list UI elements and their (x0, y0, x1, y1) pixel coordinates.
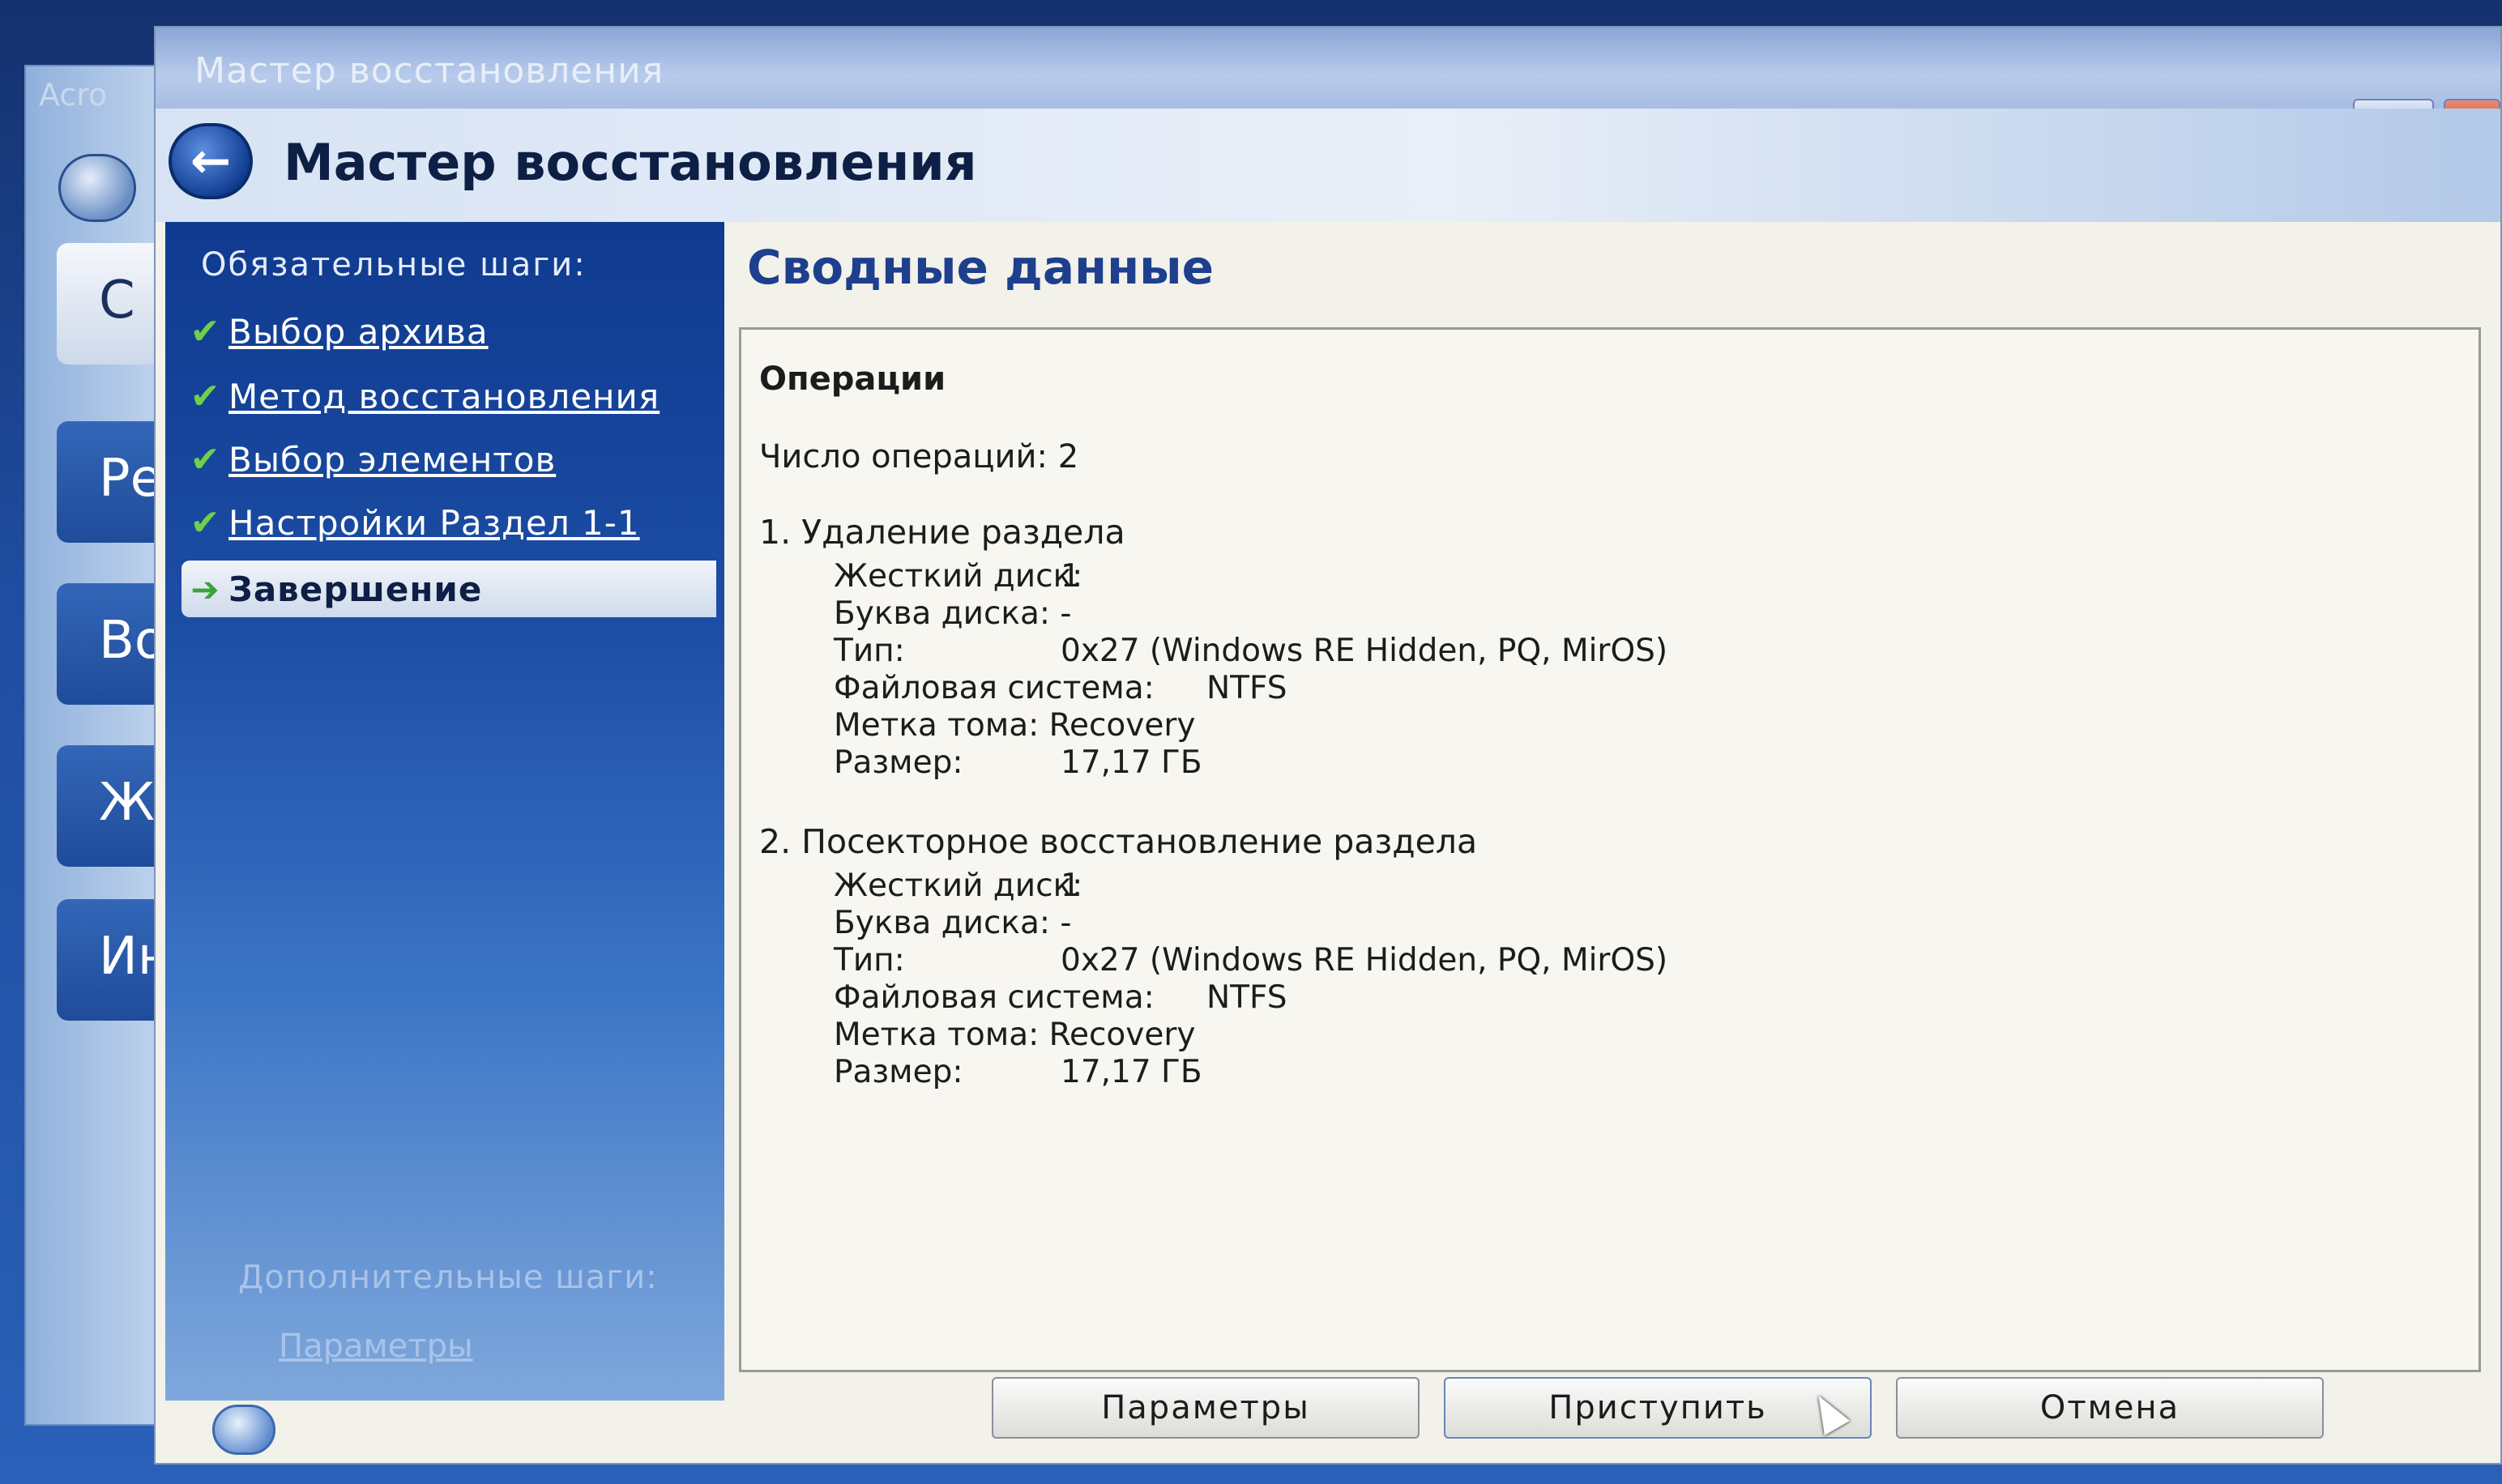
op-key: Тип: (834, 942, 905, 979)
step-link[interactable]: Выбор архива (228, 312, 489, 352)
op-row-type: Тип: 0x27 (Windows RE Hidden, PQ, MirOS) (759, 633, 1975, 670)
operation-block: 1. Удаление раздела Жесткий диск: 1 Букв… (759, 513, 1975, 782)
help-icon[interactable] (212, 1405, 275, 1455)
wizard-header: ← Мастер восстановления (156, 109, 2500, 222)
op-inline: Буква диска: - (834, 595, 1072, 632)
checkmark-icon: ✔ (190, 438, 220, 480)
back-arrow-icon: ← (190, 133, 232, 190)
op-val: NTFS (1206, 670, 1287, 706)
op-row-fs: Файловая система: NTFS (759, 670, 1975, 707)
step-recovery-method[interactable]: ✔ Метод восстановления (181, 368, 716, 424)
op-key: Файловая система: (834, 670, 1155, 706)
proceed-button[interactable]: Приступить (1444, 1377, 1872, 1439)
op-row-disk: Жесткий диск: 1 (759, 558, 1975, 595)
op-row-letter: Буква диска: - (759, 905, 1975, 942)
window-title: Мастер восстановления (194, 50, 664, 92)
step-finish-current[interactable]: ➔ Завершение (181, 561, 716, 617)
step-link[interactable]: Выбор элементов (228, 440, 556, 480)
optional-options-link[interactable]: Параметры (279, 1328, 473, 1365)
op-val: 1 (1061, 868, 1081, 904)
op-key: Файловая система: (834, 979, 1155, 1016)
op-row-letter: Буква диска: - (759, 595, 1975, 633)
summary-box: Операции Число операций: 2 1. Удаление р… (739, 327, 2481, 1372)
step-archive-selection[interactable]: ✔ Выбор архива (181, 303, 716, 360)
op-key: Жесткий диск: (834, 558, 1083, 595)
op-key: Размер: (834, 1054, 963, 1090)
op-row-size: Размер: 17,17 ГБ (759, 744, 1975, 782)
op-val: 0x27 (Windows RE Hidden, PQ, MirOS) (1061, 942, 1668, 979)
op-key: Тип: (834, 633, 905, 669)
steps-panel: Обязательные шаги: ✔ Выбор архива ✔ Мето… (165, 222, 724, 1401)
operation-block: 2. Посекторное восстановление раздела Же… (759, 822, 1975, 1091)
optional-steps-label: Дополнительные шаги: (238, 1259, 658, 1296)
op-row-disk: Жесткий диск: 1 (759, 868, 1975, 905)
op-val: 17,17 ГБ (1061, 1054, 1202, 1090)
wizard-title: Мастер восстановления (284, 133, 977, 192)
op-row-label: Метка тома: Recovery (759, 1017, 1975, 1054)
op-row-label: Метка тома: Recovery (759, 707, 1975, 744)
checkmark-icon: ✔ (190, 310, 220, 352)
step-items-selection[interactable]: ✔ Выбор элементов (181, 431, 716, 488)
current-step-label: Завершение (228, 569, 483, 609)
op-val: NTFS (1206, 979, 1287, 1016)
operations-header: Операции (759, 360, 946, 398)
checkmark-icon: ✔ (190, 501, 220, 544)
op-key: Размер: (834, 744, 963, 781)
checkmark-icon: ✔ (190, 375, 220, 417)
op-val: 17,17 ГБ (1061, 744, 1202, 781)
op-row-size: Размер: 17,17 ГБ (759, 1054, 1975, 1091)
op-row-type: Тип: 0x27 (Windows RE Hidden, PQ, MirOS) (759, 942, 1975, 979)
op-inline: Метка тома: Recovery (834, 707, 1196, 744)
recovery-wizard-dialog: Мастер восстановления ▭ ✕ ← Мастер восст… (154, 26, 2502, 1465)
required-steps-label: Обязательные шаги: (201, 246, 587, 284)
op-key: Жесткий диск: (834, 868, 1083, 904)
arrow-right-icon: ➔ (190, 569, 220, 609)
step-partition-settings[interactable]: ✔ Настройки Раздел 1-1 (181, 494, 716, 551)
cancel-button[interactable]: Отмена (1896, 1377, 2324, 1439)
operation-title: 2. Посекторное восстановление раздела (759, 822, 1478, 861)
op-row-fs: Файловая система: NTFS (759, 979, 1975, 1017)
title-bar: Мастер восстановления (156, 28, 2500, 109)
options-button[interactable]: Параметры (992, 1377, 1420, 1439)
summary-title: Сводные данные (747, 240, 1214, 295)
op-inline: Буква диска: - (834, 905, 1072, 941)
operation-title: 1. Удаление раздела (759, 513, 1125, 552)
background-back-button[interactable] (58, 154, 136, 222)
op-inline: Метка тома: Recovery (834, 1017, 1196, 1053)
step-link[interactable]: Настройки Раздел 1-1 (228, 503, 640, 543)
operations-count: Число операций: 2 (759, 438, 1079, 475)
step-link[interactable]: Метод восстановления (228, 377, 660, 416)
op-val: 1 (1061, 558, 1081, 595)
background-app-title: Acro (39, 77, 108, 113)
back-button[interactable]: ← (169, 123, 253, 199)
op-val: 0x27 (Windows RE Hidden, PQ, MirOS) (1061, 633, 1668, 669)
